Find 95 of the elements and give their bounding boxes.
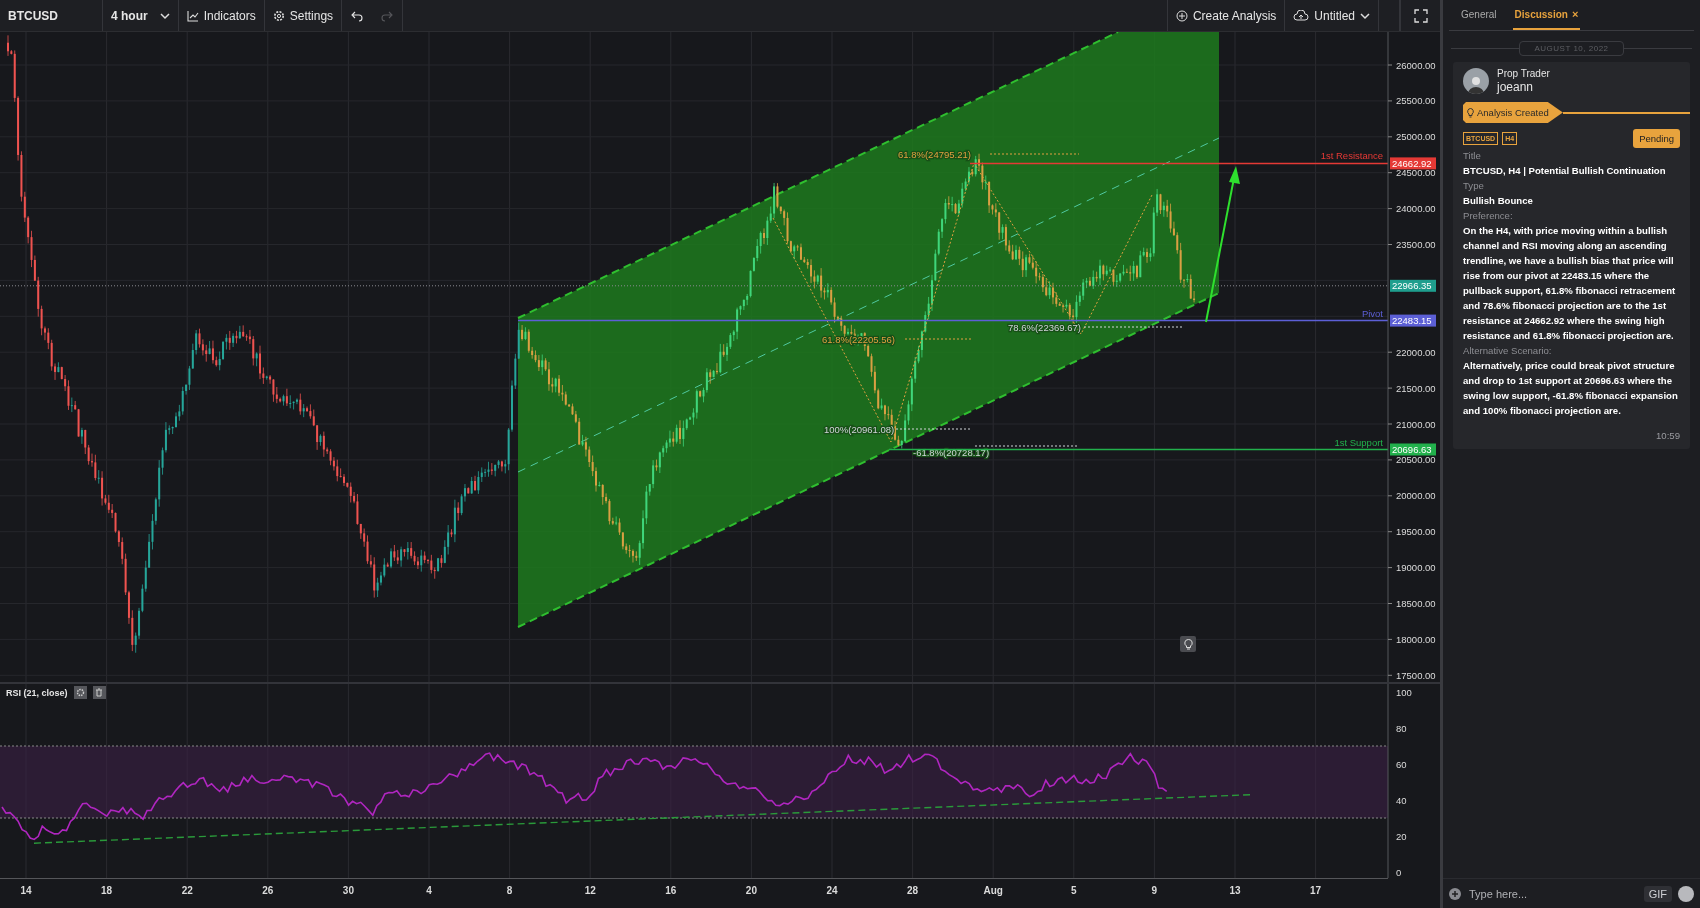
- axis-label: 17500.00: [1396, 669, 1436, 681]
- field-value: Bullish Bounce: [1463, 194, 1534, 208]
- settings-button[interactable]: [73, 686, 87, 699]
- settings-button[interactable]: Settings: [264, 0, 343, 31]
- field-value: Alternatively, price could break pivot structure and drop to 1st support at 20696.63 where the swing low support, -61.8% fibonacci expansion and 100% fibonacci projection are.: [1463, 359, 1679, 418]
- axis-label: 26: [262, 885, 274, 896]
- author-role: Prop Trader: [1497, 68, 1550, 80]
- undo-icon: [350, 9, 365, 22]
- field-label: Preference:: [1463, 209, 1514, 223]
- axis-label: 9: [1151, 885, 1158, 896]
- lightbulb-icon: [1183, 638, 1193, 650]
- axis-label: 22: [181, 885, 193, 896]
- field-label: Type: [1463, 179, 1485, 193]
- axis-label: Aug: [983, 885, 1003, 896]
- layout-dropdown[interactable]: Untitled: [1285, 0, 1379, 31]
- price-tag: 20696.63: [1390, 443, 1436, 456]
- timestamp: 10:59: [1655, 429, 1680, 443]
- axis-label: 20000.00: [1396, 490, 1436, 502]
- axis-label: 4: [426, 885, 432, 896]
- arrow-icon: [1205, 166, 1240, 323]
- avatar-icon: [1463, 68, 1489, 94]
- axis-label: 25500.00: [1396, 95, 1436, 107]
- line-chart-icon: [186, 9, 199, 22]
- field-value: On the H4, with price moving within a bullish channel and RSI moving along an ascending trendline, we have a bullish bias that price will rise from our pivot at 22483.15 where the pullback support, 61.8% fibonacci retracement and 78.6% fibonacci projection are to the 1st resistance at 24662.92 where the swing high resistance and 61.8% fibonacci projection are.: [1463, 224, 1677, 343]
- emoji-icon[interactable]: [1678, 885, 1694, 902]
- axis-label: 24000.00: [1396, 203, 1436, 215]
- axis-label: 5: [1071, 885, 1077, 896]
- axis-label: 14: [20, 885, 32, 896]
- axis-label: 19000.00: [1396, 562, 1436, 574]
- fibonacci-label: 61.8%(24795.21): [898, 148, 971, 160]
- axis-label: 28: [907, 885, 919, 896]
- field-label: Title: [1463, 149, 1482, 163]
- fullscreen-icon: [1413, 8, 1428, 23]
- tab[interactable]: Discussion ×: [1512, 0, 1581, 30]
- settings-icon: [272, 9, 285, 22]
- create-analysis-button[interactable]: Create Analysis: [1167, 0, 1286, 31]
- axis-label: 40: [1396, 794, 1407, 806]
- caret-icon: [159, 11, 170, 20]
- fibonacci-label: 78.6%(22369.67): [1008, 321, 1081, 333]
- axis-label: 8: [506, 885, 513, 896]
- leader-line: [904, 338, 973, 340]
- axis-label: 17: [1310, 885, 1322, 896]
- cloud-upload-icon: [1293, 9, 1310, 22]
- axis-label: 20: [745, 885, 757, 896]
- redo-icon: [380, 9, 395, 22]
- axis-label: 16: [665, 885, 677, 896]
- axis-label: 12: [584, 885, 596, 896]
- axis-label: 24500.00: [1396, 167, 1436, 179]
- level-label: Pivot: [1361, 307, 1383, 319]
- axis-label: 60: [1396, 758, 1407, 770]
- author-name: joeann: [1497, 80, 1535, 94]
- interval-dropdown[interactable]: 4 hour: [103, 0, 179, 31]
- axis-label: 13: [1229, 885, 1241, 896]
- axis-label: 23500.00: [1396, 239, 1436, 250]
- plus-circle-icon: [1175, 9, 1188, 22]
- trash-icon: [95, 688, 104, 697]
- axis-label: 18500.00: [1396, 598, 1436, 609]
- axis-label: 20500.00: [1396, 454, 1436, 466]
- level-label: 1st Support: [1334, 436, 1383, 448]
- settings-icon: [75, 688, 85, 697]
- axis-label: 0: [1396, 866, 1402, 878]
- event-banner: Analysis Created: [1463, 102, 1563, 123]
- axis-label: 30: [342, 885, 354, 896]
- axis-label: 26000.00: [1396, 59, 1436, 71]
- price-tag: 22483.15: [1390, 314, 1436, 327]
- lightbulb-icon: [1467, 107, 1474, 118]
- axis-label: 18: [101, 885, 113, 896]
- field-label: Alternative Scenario:: [1463, 344, 1553, 358]
- indicator-title: RSI (21, close): [6, 687, 68, 698]
- axis-label: 18000.00: [1396, 633, 1436, 645]
- axis-label: 22000.00: [1396, 346, 1436, 358]
- axis-label: 20: [1396, 830, 1407, 842]
- indicators-button[interactable]: Indicators: [178, 0, 265, 31]
- status-button[interactable]: Pending: [1633, 129, 1680, 148]
- lightbulb-button[interactable]: [1180, 636, 1196, 652]
- axis-label: 19500.00: [1396, 526, 1436, 538]
- axis-label: 24: [826, 885, 838, 896]
- fibonacci-label: -61.8%(20728.17): [913, 446, 990, 458]
- axis-label: 21500.00: [1396, 382, 1436, 394]
- axis-label: 21000.00: [1396, 418, 1436, 430]
- axis-label: 25000.00: [1396, 131, 1436, 143]
- gif-button[interactable]: GIF: [1643, 885, 1672, 902]
- add-icon[interactable]: [1449, 887, 1461, 900]
- delete-button[interactable]: [92, 686, 106, 699]
- axis-label: 80: [1396, 722, 1407, 734]
- close-icon[interactable]: ×: [1571, 8, 1579, 20]
- level-label: 1st Resistance: [1320, 150, 1383, 162]
- message-input[interactable]: Type here...: [1467, 886, 1638, 901]
- field-value: BTCUSD, H4 | Potential Bullish Continuation: [1463, 164, 1667, 178]
- caret-icon: [1360, 11, 1370, 20]
- price-tag: 22966.35: [1390, 279, 1436, 292]
- tab[interactable]: General: [1459, 0, 1499, 30]
- symbol-label: BTCUSD: [0, 0, 103, 31]
- price-tag: 24662.92: [1390, 157, 1436, 170]
- axis-label: 100: [1396, 686, 1412, 698]
